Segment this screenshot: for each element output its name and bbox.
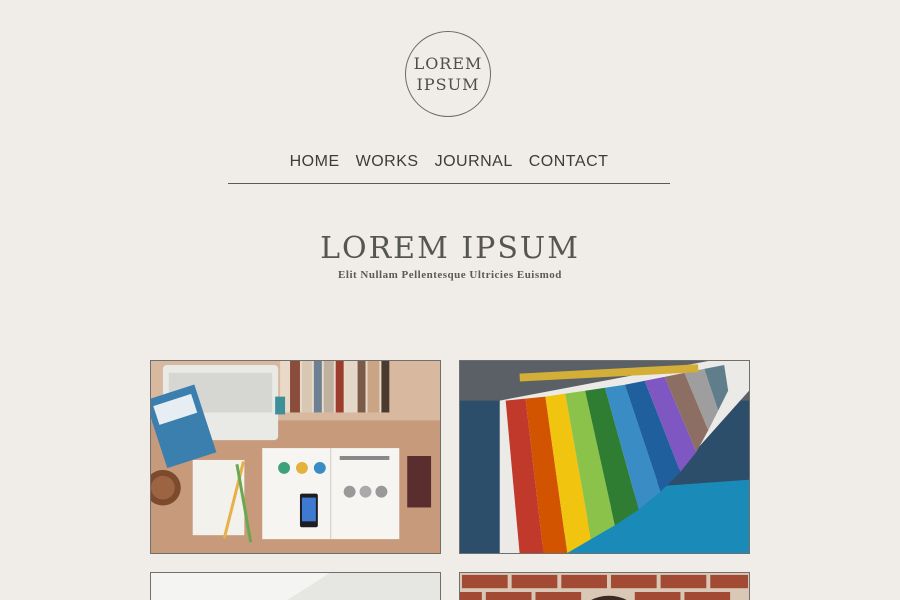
desk-photo xyxy=(151,361,440,553)
nav-item-works[interactable]: WORKS xyxy=(356,150,419,183)
nav-item-journal[interactable]: JOURNAL xyxy=(435,150,513,183)
main-nav: HOME WORKS JOURNAL CONTACT xyxy=(228,150,670,184)
gallery-tile-swatches[interactable] xyxy=(459,360,750,554)
gallery-tile-brick[interactable] xyxy=(459,572,750,600)
swatch-photo xyxy=(460,361,749,553)
paper-photo xyxy=(151,573,440,600)
brick-photo xyxy=(460,573,749,600)
gallery-tile-desk[interactable] xyxy=(150,360,441,554)
logo-line-2: IPSUM xyxy=(416,75,480,94)
gallery-tile-paper[interactable] xyxy=(150,572,441,600)
nav-item-contact[interactable]: CONTACT xyxy=(529,150,609,183)
hero-title: LOREM IPSUM xyxy=(320,231,580,266)
logo-line-1: LOREM xyxy=(413,54,483,73)
site-logo[interactable]: LOREM IPSUM xyxy=(405,31,491,117)
hero-subtitle: Elit Nullam Pellentesque Ultricies Euism… xyxy=(338,269,562,281)
nav-item-home[interactable]: HOME xyxy=(290,150,340,183)
